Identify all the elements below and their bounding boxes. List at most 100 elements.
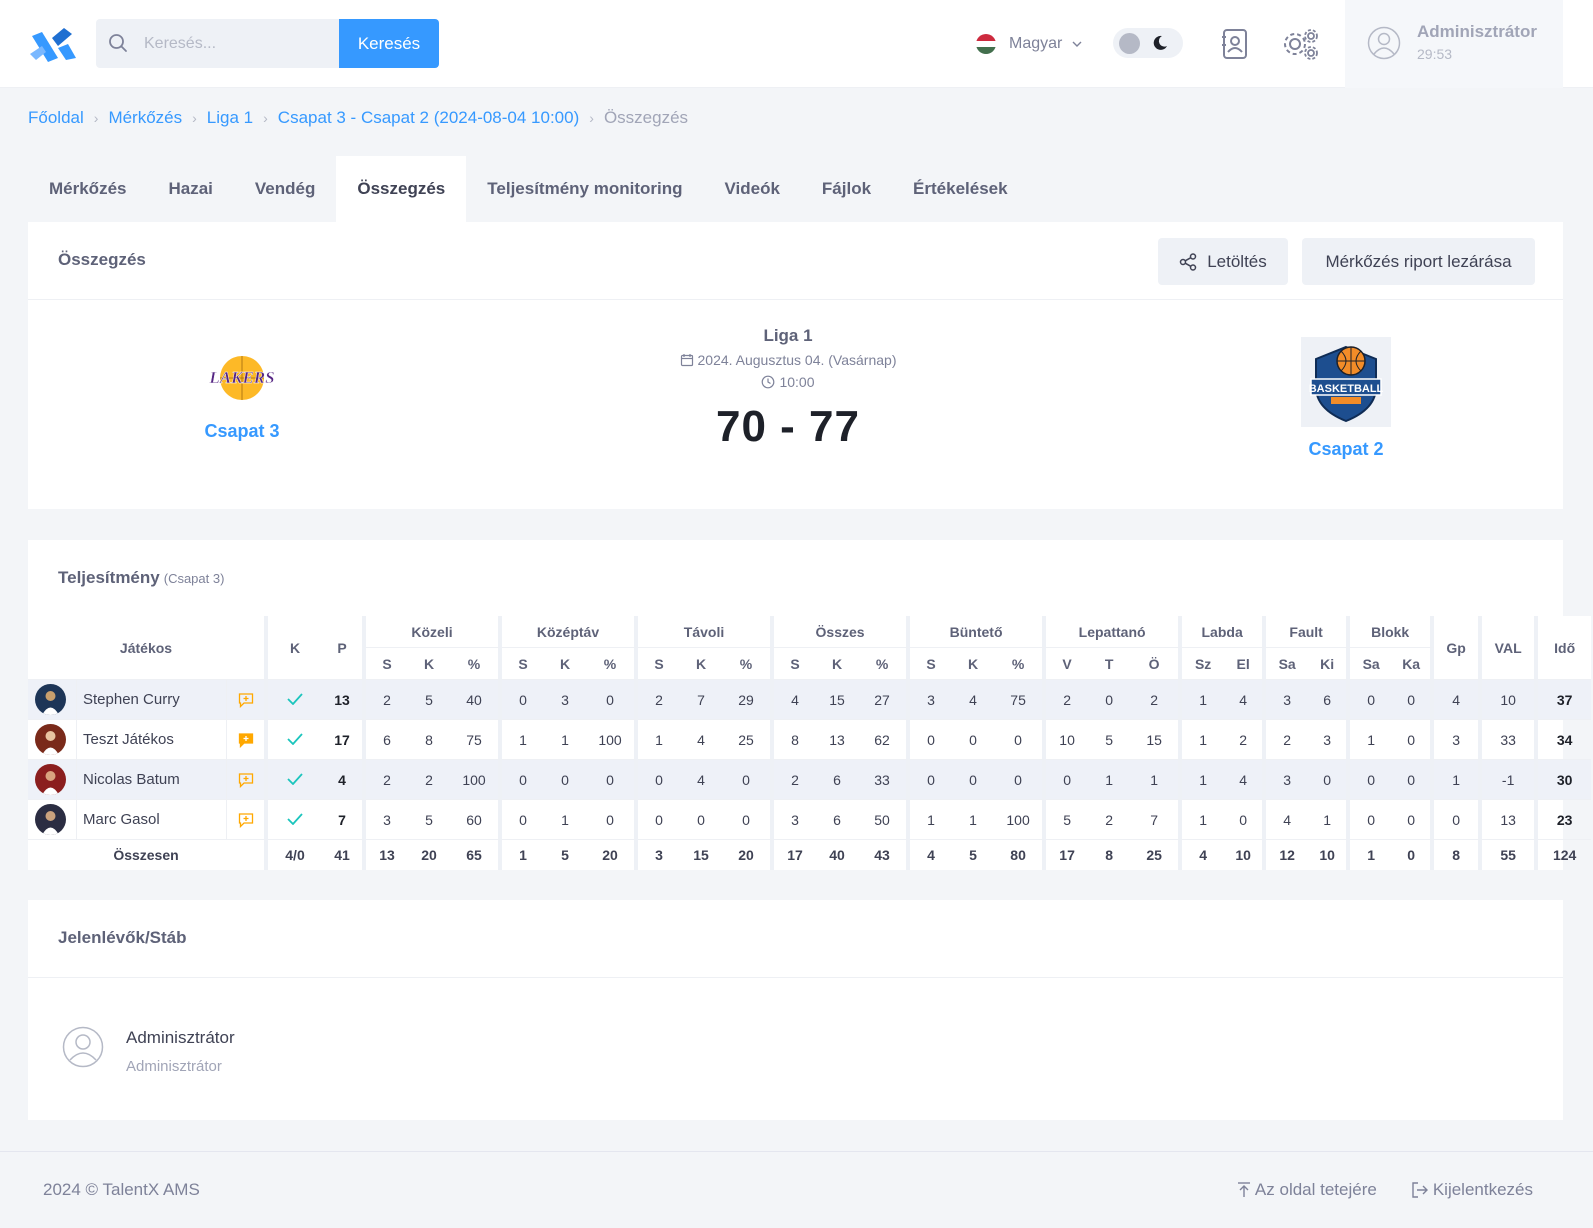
- stat-group-header: Középtáv: [502, 616, 638, 648]
- stat-cell: 1: [1182, 800, 1225, 840]
- ido-cell: 37: [1538, 680, 1592, 720]
- stat-cell: 3: [1266, 680, 1309, 720]
- total-stat-cell: 3: [655, 847, 663, 863]
- tab-performance-monitoring[interactable]: Teljesítmény monitoring: [466, 156, 703, 222]
- talentx-logo[interactable]: [28, 24, 78, 64]
- stat-cell: 0: [1350, 680, 1393, 720]
- player-info: Stephen Curry: [28, 680, 264, 719]
- breadcrumb-fixture[interactable]: Csapat 3 - Csapat 2 (2024-08-04 10:00): [278, 108, 579, 128]
- match-time-text: 10:00: [779, 374, 815, 390]
- stat-cell: 25: [722, 720, 775, 760]
- stat-cell: 0: [586, 680, 638, 720]
- stat-cell: 0: [952, 760, 995, 800]
- stat-subheader: %: [450, 648, 502, 680]
- stat-cell: 0: [910, 760, 953, 800]
- stat-cell: 4: [1266, 800, 1309, 840]
- stat-cell: 100: [586, 720, 638, 760]
- stat-cell: 6: [816, 800, 859, 840]
- stat-cell: 8: [408, 720, 450, 760]
- comment-icon[interactable]: [226, 800, 264, 839]
- chevron-down-icon: [1072, 41, 1082, 47]
- stat-cell: 4: [1224, 760, 1267, 800]
- breadcrumb-league[interactable]: Liga 1: [207, 108, 253, 128]
- stat-cell: 0: [1088, 680, 1131, 720]
- present-check-icon: [268, 720, 322, 760]
- stat-subheader: S: [502, 648, 544, 680]
- match-date: 2024. Augusztus 04. (Vasárnap): [588, 352, 988, 368]
- stat-subheader: %: [722, 648, 775, 680]
- total-gp: 8: [1434, 840, 1483, 870]
- tab-videos[interactable]: Videók: [703, 156, 800, 222]
- player-name[interactable]: Stephen Curry: [76, 680, 226, 719]
- player-name[interactable]: Marc Gasol: [76, 800, 226, 839]
- table-row: Teszt Játékos 17 6 8 75 1 1 100 1 4 25 8 13 62 0 0 0 10 5 1…: [28, 720, 1592, 760]
- total-stat-cell: 17: [787, 847, 803, 863]
- stat-subheader: Ka: [1392, 648, 1435, 680]
- total-points: 41: [322, 840, 366, 870]
- table-row: Nicolas Batum 4 2 2 100 0 0 0 0 4 0 2 6 33 0 0 0 0 1 1 1 4 3 0 0…: [28, 760, 1592, 800]
- tab-files[interactable]: Fájlok: [801, 156, 892, 222]
- contact-book-icon[interactable]: [1218, 27, 1252, 61]
- gp-cell: 1: [1434, 760, 1483, 800]
- tab-summary[interactable]: Összegzés: [336, 156, 467, 222]
- total-stat-cell: 8: [1105, 847, 1113, 863]
- performance-table: Játékos K P Közeli Középtáv Távoli Összes Bünte…: [28, 616, 1592, 870]
- toggle-knob: [1119, 33, 1140, 54]
- search-input[interactable]: [144, 19, 334, 68]
- stat-group-header: Fault: [1266, 616, 1351, 648]
- comment-icon[interactable]: [226, 760, 264, 799]
- dark-mode-toggle[interactable]: [1113, 28, 1183, 58]
- language-selector[interactable]: Magyar: [976, 32, 1082, 56]
- stat-cell: 1: [1088, 760, 1131, 800]
- back-to-top-link[interactable]: Az oldal tetejére: [1237, 1180, 1377, 1200]
- performance-card: Teljesítmény (Csapat 3) Játékos K P Közeli Kö…: [28, 540, 1592, 870]
- player-name[interactable]: Teszt Játékos: [76, 720, 226, 759]
- tab-away[interactable]: Vendég: [234, 156, 336, 222]
- match-time: 10:00: [588, 374, 988, 390]
- session-timer: 29:53: [1417, 46, 1453, 62]
- stat-cell: 1: [544, 720, 586, 760]
- breadcrumb-match[interactable]: Mérkőzés: [108, 108, 182, 128]
- total-stat-cell: 10: [1224, 840, 1267, 870]
- tab-ratings[interactable]: Értékelések: [892, 156, 1029, 222]
- search-button[interactable]: Keresés: [339, 19, 439, 68]
- arrow-up-icon: [1237, 1182, 1250, 1197]
- search-icon: [109, 34, 127, 52]
- points-column-header: P: [322, 616, 366, 680]
- tab-home[interactable]: Hazai: [147, 156, 233, 222]
- comment-icon[interactable]: [226, 680, 264, 719]
- logout-icon: [1412, 1182, 1428, 1198]
- present-check-icon: [268, 680, 322, 720]
- footer: 2024 © TalentX AMS Az oldal tetejére Kij…: [0, 1151, 1593, 1228]
- user-menu[interactable]: Adminisztrátor 29:53: [1345, 0, 1563, 88]
- breadcrumb-home[interactable]: Főoldal: [28, 108, 84, 128]
- home-team-name[interactable]: Csapat 3: [142, 421, 342, 442]
- stat-group-header: Büntető: [910, 616, 1047, 648]
- logout-link[interactable]: Kijelentkezés: [1411, 1180, 1533, 1200]
- stat-group-header: Összes: [774, 616, 911, 648]
- stat-subheader: S: [366, 648, 408, 680]
- player-name[interactable]: Nicolas Batum: [76, 760, 226, 799]
- stat-cell: 2: [1224, 720, 1267, 760]
- away-team-name[interactable]: Csapat 2: [1246, 439, 1446, 460]
- stat-cell: 6: [816, 760, 859, 800]
- settings-gears-icon[interactable]: [1280, 27, 1320, 61]
- stat-subheader: %: [994, 648, 1047, 680]
- val-cell: 10: [1482, 680, 1539, 720]
- share-icon: [1179, 252, 1197, 271]
- away-team: BASKETBALL Csapat 2: [1246, 337, 1446, 460]
- ido-cell: 34: [1538, 720, 1592, 760]
- download-button[interactable]: Letöltés: [1158, 238, 1288, 285]
- summary-card-header: Összegzés Letöltés Mérkőzés riport lezár…: [28, 222, 1563, 300]
- stat-cell: 1: [502, 720, 544, 760]
- tab-match[interactable]: Mérkőzés: [28, 156, 147, 222]
- staff-member-name: Adminisztrátor: [126, 1028, 235, 1047]
- close-report-button[interactable]: Mérkőzés riport lezárása: [1302, 238, 1535, 285]
- stat-cell: 2: [774, 760, 817, 800]
- stat-cell: 1: [1308, 800, 1351, 840]
- stat-cell: 27: [858, 680, 911, 720]
- comment-icon[interactable]: [226, 720, 264, 759]
- stat-cell: 60: [450, 800, 502, 840]
- calendar-icon: [680, 354, 693, 367]
- stat-group-header: Közeli: [366, 616, 502, 648]
